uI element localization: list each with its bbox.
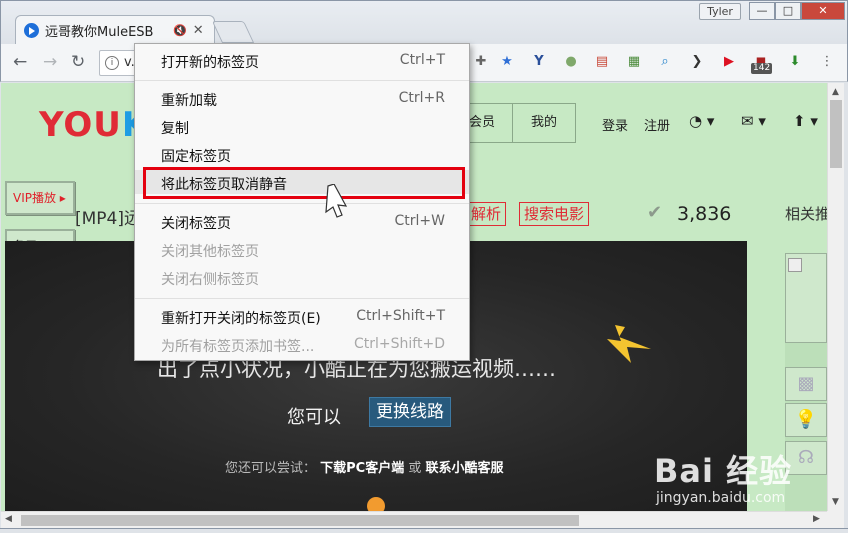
bookmark-star-icon[interactable]: ★ <box>499 54 515 70</box>
youku-logo[interactable]: YOUK <box>39 105 149 145</box>
maximize-button[interactable]: □ <box>775 2 801 20</box>
scroll-left-icon[interactable]: ◀ <box>5 514 12 524</box>
menu-item-label: 关闭右侧标签页 <box>161 272 259 288</box>
menu-item-shortcut: Ctrl+R <box>398 90 445 106</box>
lightning-bolt-icon <box>607 325 651 363</box>
youku-favicon-icon <box>24 23 39 38</box>
browser-titlebar: 远哥教你MuleESB 🔇 ✕ Tyler — □ ✕ <box>0 0 848 45</box>
download-client-link[interactable]: 下载PC客户端 <box>320 461 404 476</box>
menu-item-label: 关闭其他标签页 <box>161 244 259 260</box>
menu-item-label: 重新打开关闭的标签页(E) <box>161 311 321 327</box>
vertical-scrollbar[interactable]: ▲ ▼ <box>827 83 844 511</box>
search-extension-icon[interactable]: ⌕ <box>657 54 673 70</box>
new-tab-button[interactable] <box>211 21 255 43</box>
watermark-logo: Bai 经验 <box>654 452 793 490</box>
menu-item-shortcut: Ctrl+Shift+T <box>356 308 445 324</box>
menu-item-shortcut: Ctrl+Shift+D <box>354 336 445 352</box>
window-bottom-edge <box>0 528 848 533</box>
mouse-pointer-icon <box>325 184 348 218</box>
related-thumbnail[interactable] <box>785 253 827 343</box>
vertical-scroll-thumb[interactable] <box>830 100 842 168</box>
login-link[interactable]: 登录 <box>602 115 628 134</box>
video-extension-icon[interactable]: ▶ <box>721 54 737 70</box>
muted-speaker-icon[interactable]: 🔇 <box>173 24 187 37</box>
extension-count-badge: 142 <box>751 63 773 74</box>
menu-item-label: 打开新的标签页 <box>161 55 259 71</box>
broken-image-icon <box>788 258 802 272</box>
menu-item-label: 关闭标签页 <box>161 216 231 232</box>
info-icon[interactable]: i <box>105 56 119 70</box>
related-heading: 相关推 <box>785 205 827 223</box>
menu-item-label: 重新加载 <box>161 93 217 109</box>
alt-or: 或 <box>408 461 422 476</box>
menu-item-new-tab[interactable]: 打开新的标签页 Ctrl+T <box>135 48 469 72</box>
profile-button[interactable]: Tyler <box>699 3 741 20</box>
vip-play-button[interactable]: VIP播放 ▸ <box>5 181 75 215</box>
reload-icon[interactable]: ↻ <box>71 52 85 72</box>
puzzle-extension-icon[interactable]: ✚ <box>473 54 489 70</box>
contact-support-link[interactable]: 联系小酷客服 <box>426 461 504 476</box>
baidu-jingyan-watermark: Bai 经验 jingyan.baidu.com <box>654 446 824 510</box>
menu-item-label: 复制 <box>161 121 189 137</box>
menu-item-pin-tab[interactable]: 固定标签页 <box>135 142 469 166</box>
menu-item-duplicate[interactable]: 复制 <box>135 114 469 138</box>
logo-text: YOU <box>39 105 122 145</box>
watermark-url: jingyan.baidu.com <box>656 490 786 506</box>
parse-button[interactable]: 解析 <box>466 202 507 226</box>
alt-prefix: 您还可以尝试： <box>225 461 317 476</box>
highlight-annotation-box <box>143 167 465 199</box>
menu-item-close-tabs-right[interactable]: 关闭右侧标签页 <box>135 265 469 289</box>
register-link[interactable]: 注册 <box>644 115 670 134</box>
browser-tab[interactable]: 远哥教你MuleESB 🔇 ✕ <box>15 15 215 45</box>
menu-item-reopen-closed-tab[interactable]: 重新打开关闭的标签页(E) Ctrl+Shift+T <box>135 304 469 328</box>
scroll-down-icon[interactable]: ▼ <box>832 497 839 507</box>
menu-item-shortcut: Ctrl+T <box>399 52 445 68</box>
scroll-up-icon[interactable]: ▲ <box>832 87 839 97</box>
scroll-right-icon[interactable]: ▶ <box>813 514 820 524</box>
tab-close-icon[interactable]: ✕ <box>193 23 204 38</box>
qr-code-icon[interactable]: ▩ <box>785 367 827 401</box>
menu-item-bookmark-all-tabs[interactable]: 为所有标签页添加书签... Ctrl+Shift+D <box>135 332 469 356</box>
forward-arrow-icon[interactable]: → <box>43 52 57 72</box>
close-window-button[interactable]: ✕ <box>801 2 845 20</box>
menu-separator <box>135 298 469 299</box>
code-extension-icon[interactable]: ❯ <box>689 54 705 70</box>
player-alt-options: 您还可以尝试： 下载PC客户端 或 联系小酷客服 <box>225 457 504 476</box>
upload-arrow-icon[interactable]: ⬆ ▾ <box>793 112 818 130</box>
lightbulb-icon[interactable]: 💡 <box>785 403 827 437</box>
like-count: 3,836 <box>677 203 732 225</box>
player-try-text: 您可以 <box>287 407 341 428</box>
minimize-button[interactable]: — <box>749 2 775 20</box>
sheet-extension-icon[interactable]: ▦ <box>626 54 642 70</box>
scrollbar-corner <box>827 511 844 528</box>
menu-item-reload[interactable]: 重新加载 Ctrl+R <box>135 86 469 110</box>
horizontal-scroll-thumb[interactable] <box>21 515 579 526</box>
menu-item-label: 为所有标签页添加书签... <box>161 339 315 355</box>
menu-separator <box>135 203 469 204</box>
circle-extension-icon[interactable]: ● <box>563 54 579 70</box>
search-movie-button[interactable]: 搜索电影 <box>519 202 590 226</box>
download-arrow-icon[interactable]: ⬇ <box>787 54 803 70</box>
mascot-decoration <box>367 497 385 511</box>
history-clock-icon[interactable]: ◔ ▾ <box>689 112 714 130</box>
menu-item-close-other-tabs[interactable]: 关闭其他标签页 <box>135 237 469 261</box>
thumb-up-icon[interactable]: ✔ <box>647 202 662 223</box>
y-extension-icon[interactable]: Y <box>531 54 547 70</box>
menu-item-shortcut: Ctrl+W <box>394 213 445 229</box>
menu-item-close-tab[interactable]: 关闭标签页 Ctrl+W <box>135 209 469 233</box>
back-arrow-icon[interactable]: ← <box>13 52 27 72</box>
window-extension-icon[interactable]: ▤ <box>594 54 610 70</box>
switch-line-button[interactable]: 更换线路 <box>369 397 451 427</box>
tab-context-menu: 打开新的标签页 Ctrl+T 重新加载 Ctrl+R 复制 固定标签页 将此标签页取消静音关… <box>134 43 470 361</box>
tab-title: 远哥教你MuleESB <box>45 25 154 40</box>
menu-dots-icon[interactable]: ⋮ <box>819 54 835 70</box>
menu-separator <box>135 80 469 81</box>
menu-item-label: 固定标签页 <box>161 149 231 165</box>
nav-mine-button[interactable]: 我的 <box>512 103 576 143</box>
horizontal-scrollbar[interactable]: ◀ ▶ <box>1 511 827 528</box>
message-envelope-icon[interactable]: ✉ ▾ <box>741 112 766 130</box>
